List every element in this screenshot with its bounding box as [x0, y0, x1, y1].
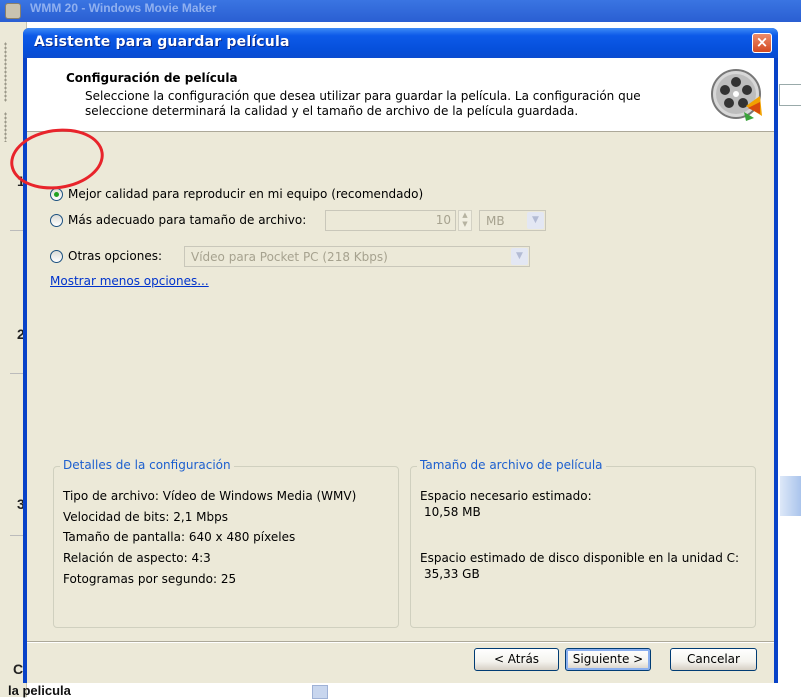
dialog-titlebar[interactable]: Asistente para guardar película ×	[23, 28, 778, 58]
option-other-label[interactable]: Otras opciones:	[68, 249, 162, 263]
footer-divider	[27, 641, 774, 643]
file-size-spinner[interactable]: ▲ ▼	[458, 210, 472, 231]
chevron-down-icon[interactable]: ▼	[527, 212, 544, 229]
settings-details-legend: Detalles de la configuración	[60, 458, 234, 472]
next-button[interactable]: Siguiente >	[565, 648, 651, 671]
wizard-header: Configuración de película Seleccione la …	[27, 58, 774, 132]
background-titlebar: WMM 20 - Windows Movie Maker	[0, 0, 801, 22]
profile-select[interactable]: Vídeo para Pocket PC (218 Kbps) ▼	[184, 246, 530, 267]
divider	[10, 535, 24, 536]
radio-best-fit-size[interactable]	[50, 214, 63, 227]
detail-resolution: Tamaño de pantalla: 640 x 480 píxeles	[63, 530, 296, 544]
settings-details-group: Detalles de la configuración Tipo de arc…	[53, 458, 399, 628]
chevron-down-icon[interactable]: ▼	[511, 248, 528, 265]
estimated-space-value: 10,58 MB	[424, 505, 481, 519]
background-right-panel	[778, 22, 801, 697]
movie-maker-film-icon	[711, 69, 762, 121]
option-best-fit-size-label[interactable]: Más adecuado para tamaño de archivo:	[68, 213, 306, 227]
page-description: Seleccione la configuración que desea ut…	[85, 89, 641, 118]
file-size-legend: Tamaño de archivo de película	[417, 458, 606, 472]
radio-other[interactable]	[50, 250, 63, 263]
option-best-fit-size[interactable]: Más adecuado para tamaño de archivo:	[50, 212, 320, 230]
background-field	[779, 84, 801, 106]
file-size-unit-select[interactable]: MB ▼	[479, 210, 546, 231]
detail-fps: Fotogramas por segundo: 25	[63, 572, 237, 586]
background-title: WMM 20 - Windows Movie Maker	[30, 1, 217, 15]
estimated-space-label: Espacio necesario estimado:	[420, 489, 592, 503]
detail-aspect-ratio: Relación de aspecto: 4:3	[63, 551, 211, 565]
dialog-title: Asistente para guardar película	[34, 34, 290, 50]
profile-select-value: Vídeo para Pocket PC (218 Kbps)	[191, 250, 388, 264]
option-other[interactable]: Otras opciones:	[50, 248, 180, 266]
option-best-quality[interactable]: Mejor calidad para reproducir en mi equi…	[50, 186, 470, 204]
unit-select-value: MB	[486, 214, 505, 228]
divider	[10, 230, 24, 231]
toolbar-grip	[4, 42, 7, 102]
disk-space-label: Espacio estimado de disco disponible en …	[420, 551, 740, 565]
dialog-client-area: Configuración de película Seleccione la …	[27, 58, 774, 683]
toolbar-grip	[4, 112, 7, 142]
detail-bitrate: Velocidad de bits: 2,1 Mbps	[63, 510, 228, 524]
app-icon	[5, 3, 21, 19]
file-size-group: Tamaño de archivo de película Espacio ne…	[410, 458, 756, 628]
disk-space-value: 35,33 GB	[424, 567, 480, 581]
cancel-button[interactable]: Cancelar	[670, 648, 757, 671]
background-bottom-text: la pelicula	[8, 683, 71, 698]
background-step-letter: C	[13, 661, 24, 677]
divider	[10, 373, 24, 374]
page-title: Configuración de película	[66, 71, 238, 85]
close-icon[interactable]: ×	[752, 33, 772, 53]
show-fewer-options-link[interactable]: Mostrar menos opciones...	[50, 274, 209, 288]
radio-best-quality[interactable]	[50, 188, 63, 201]
option-best-quality-label[interactable]: Mejor calidad para reproducir en mi equi…	[68, 187, 423, 201]
back-button[interactable]: < Atrás	[474, 648, 559, 671]
save-movie-wizard-dialog: Asistente para guardar película × Config…	[23, 28, 778, 683]
detail-file-type: Tipo de archivo: Vídeo de Windows Media …	[63, 489, 357, 503]
background-panel-edge	[780, 476, 801, 516]
file-size-input[interactable]: 10	[325, 210, 456, 231]
